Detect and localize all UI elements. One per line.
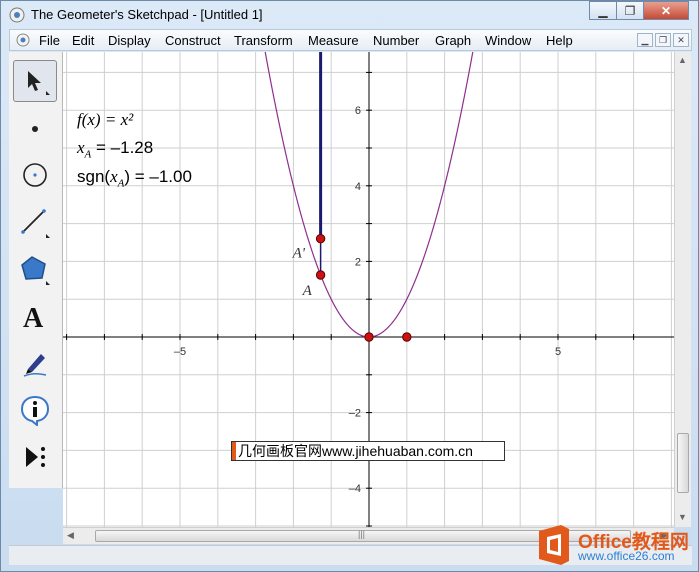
y-tick-label: –4 <box>349 483 361 495</box>
straightedge-icon <box>21 209 50 238</box>
function-definition[interactable]: f(x) = x² <box>77 110 133 130</box>
menu-help[interactable]: Help <box>546 33 573 48</box>
app-window: The Geometer's Sketchpad - [Untitled 1] … <box>0 0 699 572</box>
sgn-variable: x <box>110 167 118 186</box>
point-icon <box>32 126 38 132</box>
play-dots-icon <box>26 447 45 467</box>
y-tick-label: 2 <box>355 256 361 268</box>
menu-bar: File Edit Display Construct Transform Me… <box>9 29 692 51</box>
minimize-button[interactable]: ▁ <box>589 1 617 20</box>
website-watermark: 几何画板官网www.jihehuaban.com.cn <box>231 441 505 461</box>
vertical-scrollbar[interactable]: ▲ ▼ <box>674 52 691 527</box>
xa-measurement[interactable]: xA = –1.28 <box>77 138 153 160</box>
point-a-prime-label[interactable]: A' <box>292 246 306 262</box>
custom-tool[interactable] <box>13 436 57 478</box>
menu-transform[interactable]: Transform <box>234 33 293 48</box>
doc-restore-button[interactable]: ❐ <box>655 33 671 47</box>
scroll-up-arrow[interactable]: ▲ <box>678 55 687 65</box>
straightedge-tool[interactable] <box>13 201 57 243</box>
sgn-value: ) = –1.00 <box>124 167 192 186</box>
sgn-prefix: sgn( <box>77 167 111 186</box>
office-url: www.office26.com <box>578 549 675 563</box>
y-tick-label: 4 <box>355 181 361 193</box>
x-tick-label: 5 <box>555 346 561 358</box>
arrow-select-tool[interactable] <box>13 60 57 102</box>
function-label: f(x) = x² <box>77 110 134 129</box>
doc-minimize-button[interactable]: ▁ <box>637 33 653 47</box>
compass-icon <box>23 163 47 187</box>
maximize-button[interactable]: ❐ <box>616 1 644 20</box>
origin-point[interactable] <box>364 332 374 342</box>
point-tool[interactable] <box>13 108 57 150</box>
unit-point[interactable] <box>402 332 412 342</box>
text-tool[interactable]: A <box>13 295 57 337</box>
doc-close-button[interactable]: ✕ <box>673 33 689 47</box>
xa-value: = –1.28 <box>91 138 154 157</box>
marker-tool[interactable] <box>13 342 57 384</box>
polygon-icon <box>21 256 50 285</box>
scroll-grip-icon: ||| <box>358 529 366 539</box>
menu-number[interactable]: Number <box>373 33 419 48</box>
info-icon <box>20 395 50 426</box>
sketchpad-app-icon <box>9 7 25 23</box>
information-tool[interactable] <box>13 389 57 431</box>
menu-construct[interactable]: Construct <box>165 33 221 48</box>
menu-measure[interactable]: Measure <box>308 33 359 48</box>
polygon-tool[interactable] <box>13 248 57 290</box>
window-title: The Geometer's Sketchpad - [Untitled 1] <box>31 7 263 22</box>
scroll-left-arrow[interactable]: ◀ <box>67 530 74 541</box>
marker-pen-icon <box>23 354 47 377</box>
y-tick-label: –2 <box>349 408 361 420</box>
compass-tool[interactable] <box>13 154 57 196</box>
xa-variable: x <box>77 138 85 157</box>
point-a[interactable] <box>315 270 326 280</box>
scroll-down-arrow[interactable]: ▼ <box>678 512 687 522</box>
title-bar: The Geometer's Sketchpad - [Untitled 1] … <box>1 1 698 29</box>
point-a-label[interactable]: A <box>302 283 313 299</box>
x-tick-label: –5 <box>174 346 186 358</box>
arrow-icon <box>28 71 50 95</box>
document-icon <box>16 33 30 47</box>
menu-display[interactable]: Display <box>108 33 151 48</box>
sgn-measurement[interactable]: sgn(xA) = –1.00 <box>77 167 192 189</box>
close-button[interactable]: ✕ <box>643 1 689 20</box>
menu-window[interactable]: Window <box>485 33 531 48</box>
text-a-icon: A <box>23 303 44 331</box>
toolbox: A <box>9 52 63 488</box>
menu-graph[interactable]: Graph <box>435 33 471 48</box>
svg-text:A: A <box>23 303 44 331</box>
vertical-scroll-thumb[interactable] <box>677 433 689 493</box>
y-tick-label: 6 <box>355 105 361 117</box>
menu-file[interactable]: File <box>39 33 60 48</box>
point-a-prime[interactable] <box>315 234 326 244</box>
menu-edit[interactable]: Edit <box>72 33 94 48</box>
